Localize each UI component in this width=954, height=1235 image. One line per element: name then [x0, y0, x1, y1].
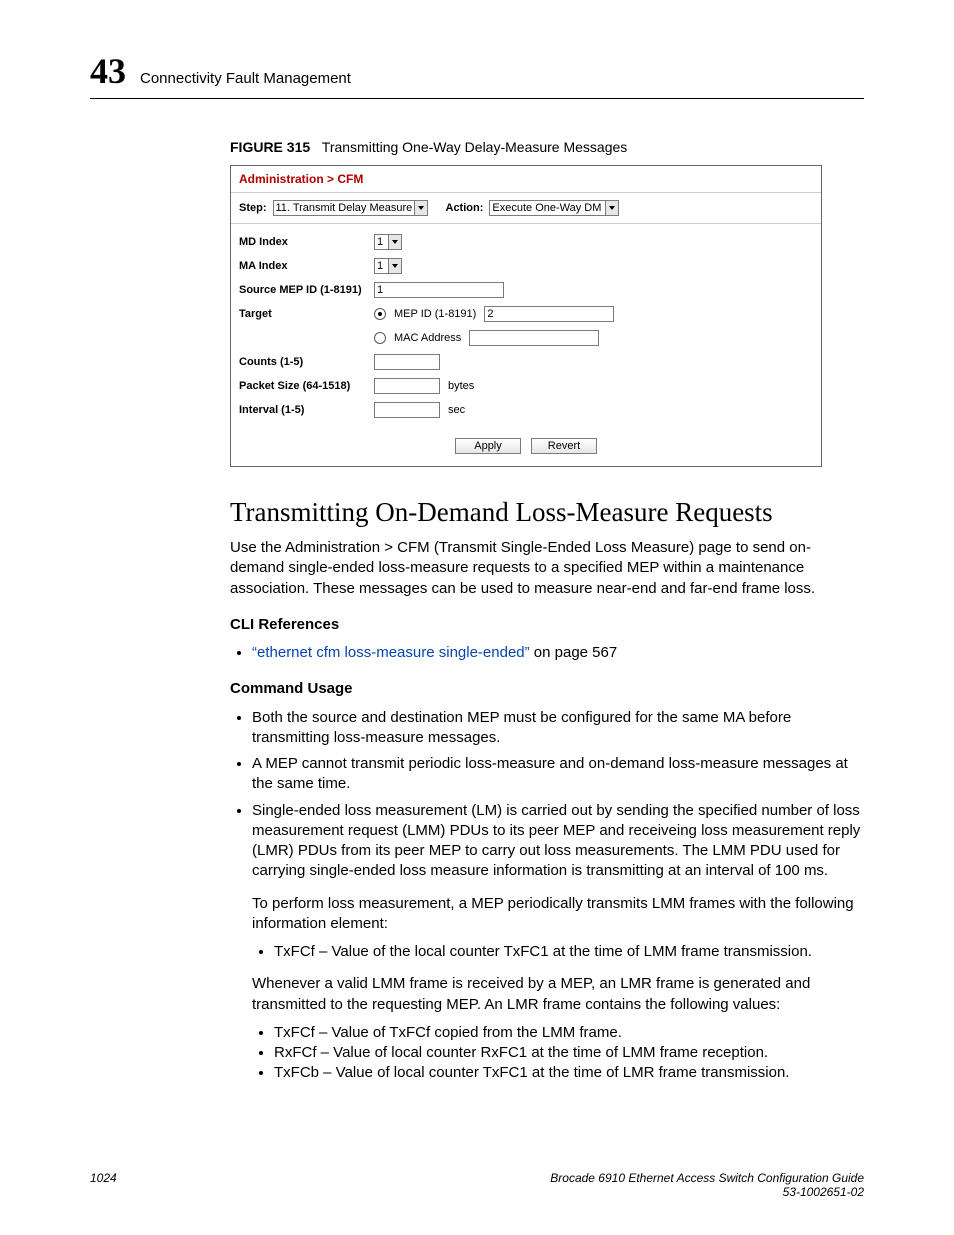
intro-paragraph: Use the Administration > CFM (Transmit S…	[230, 538, 864, 599]
interval-input[interactable]	[374, 402, 440, 418]
usage-paragraph: Whenever a valid LMM frame is received b…	[252, 974, 864, 1015]
packet-size-input[interactable]	[374, 378, 440, 394]
chevron-down-icon	[414, 201, 427, 215]
target-mac-radio[interactable]	[374, 332, 386, 344]
step-value: 11. Transmit Delay Measure	[276, 202, 413, 214]
ma-index-select[interactable]: 1	[374, 258, 402, 274]
apply-button[interactable]: Apply	[455, 438, 521, 454]
usage-sub-bullet: TxFCb – Value of local counter TxFC1 at …	[274, 1063, 864, 1083]
target-mepid-label: MEP ID (1-8191)	[394, 308, 476, 320]
cli-reference-suffix: on page 567	[530, 644, 618, 661]
figure-label: FIGURE 315	[230, 139, 310, 155]
page-number: 1024	[90, 1171, 117, 1199]
action-label: Action:	[446, 202, 484, 214]
section-heading: Transmitting On-Demand Loss-Measure Requ…	[230, 497, 864, 528]
interval-unit: sec	[448, 404, 465, 416]
cli-reference-link[interactable]: “ethernet cfm loss-measure single-ended”	[252, 644, 530, 661]
step-select[interactable]: 11. Transmit Delay Measure	[273, 200, 428, 216]
counts-input[interactable]	[374, 354, 440, 370]
md-index-select[interactable]: 1	[374, 234, 402, 250]
chapter-number: 43	[90, 50, 126, 92]
chevron-down-icon	[388, 259, 401, 273]
action-value: Execute One-Way DM	[492, 202, 601, 214]
target-label: Target	[239, 308, 374, 320]
md-index-label: MD Index	[239, 236, 374, 248]
source-mep-input[interactable]: 1	[374, 282, 504, 298]
packet-size-unit: bytes	[448, 380, 474, 392]
usage-sub-bullet: RxFCf – Value of local counter RxFC1 at …	[274, 1043, 864, 1063]
ma-index-label: MA Index	[239, 260, 374, 272]
packet-size-label: Packet Size (64-1518)	[239, 380, 374, 392]
target-mac-label: MAC Address	[394, 332, 461, 344]
chevron-down-icon	[605, 201, 618, 215]
running-header: 43 Connectivity Fault Management	[90, 50, 864, 99]
usage-bullet: Both the source and destination MEP must…	[252, 708, 864, 749]
step-label: Step:	[239, 202, 267, 214]
usage-bullet: Single-ended loss measurement (LM) is ca…	[252, 801, 864, 1084]
usage-bullet: A MEP cannot transmit periodic loss-meas…	[252, 754, 864, 795]
footer-doc-number: 53-1002651-02	[550, 1185, 864, 1199]
command-usage-heading: Command Usage	[230, 679, 864, 699]
breadcrumb: Administration > CFM	[231, 166, 821, 193]
usage-paragraph: To perform loss measurement, a MEP perio…	[252, 894, 864, 935]
footer-guide-title: Brocade 6910 Ethernet Access Switch Conf…	[550, 1171, 864, 1185]
page-footer: 1024 Brocade 6910 Ethernet Access Switch…	[90, 1171, 864, 1199]
action-select[interactable]: Execute One-Way DM	[489, 200, 619, 216]
target-mepid-input[interactable]: 2	[484, 306, 614, 322]
figure-caption-text: Transmitting One-Way Delay-Measure Messa…	[322, 139, 628, 155]
source-mep-label: Source MEP ID (1-8191)	[239, 284, 374, 296]
usage-sub-bullet: TxFCf – Value of the local counter TxFC1…	[274, 942, 864, 962]
counts-label: Counts (1-5)	[239, 356, 374, 368]
chapter-title: Connectivity Fault Management	[140, 70, 351, 87]
figure-caption: FIGURE 315 Transmitting One-Way Delay-Me…	[230, 139, 864, 155]
ma-index-value: 1	[377, 260, 383, 272]
target-mepid-radio[interactable]	[374, 308, 386, 320]
revert-button[interactable]: Revert	[531, 438, 597, 454]
chevron-down-icon	[388, 235, 401, 249]
interval-label: Interval (1-5)	[239, 404, 374, 416]
cli-reference-item: “ethernet cfm loss-measure single-ended”…	[252, 643, 864, 663]
cfm-screenshot: Administration > CFM Step: 11. Transmit …	[230, 165, 822, 467]
usage-sub-bullet: TxFCf – Value of TxFCf copied from the L…	[274, 1023, 864, 1043]
md-index-value: 1	[377, 236, 383, 248]
cli-references-heading: CLI References	[230, 615, 864, 635]
target-mac-input[interactable]	[469, 330, 599, 346]
